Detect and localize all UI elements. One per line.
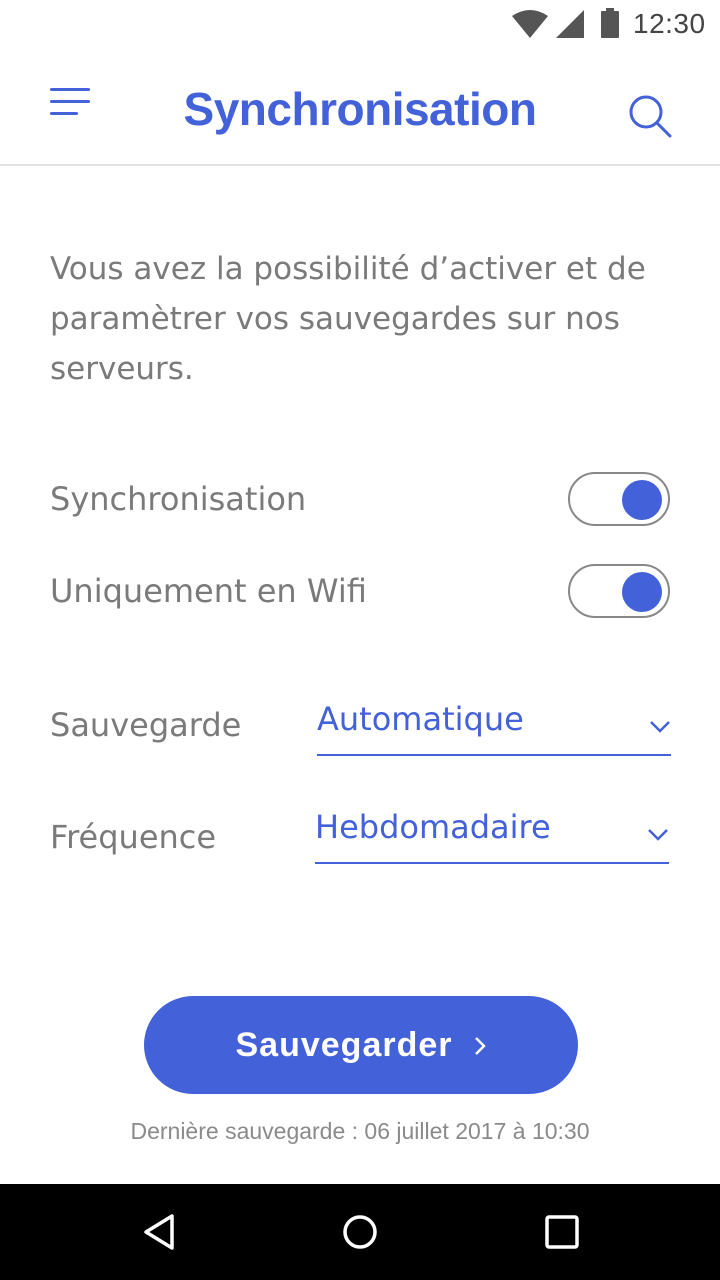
chevron-down-icon: [650, 721, 670, 733]
select-label: Sauvegarde: [50, 706, 242, 744]
last-save-text: Dernière sauvegarde : 06 juillet 2017 à …: [130, 1118, 590, 1144]
select-value: Hebdomadaire: [315, 808, 551, 846]
frequence-select[interactable]: Hebdomadaire: [315, 804, 669, 864]
chevron-down-icon: [648, 829, 668, 841]
save-button-label: Sauvegarder: [235, 1025, 453, 1064]
back-icon[interactable]: [140, 1212, 180, 1252]
select-value: Automatique: [317, 700, 524, 738]
toggle-row-wifi-only: Uniquement en Wifi: [50, 564, 670, 620]
select-row-sauvegarde: Sauvegarde Automatique: [50, 700, 672, 770]
select-label: Fréquence: [50, 818, 217, 856]
app-bar: Synchronisation: [0, 48, 720, 166]
toggle-label: Uniquement en Wifi: [50, 572, 367, 610]
recents-icon[interactable]: [542, 1212, 582, 1252]
intro-text: Vous avez la possibilité d’activer et de…: [50, 251, 646, 387]
select-row-frequence: Fréquence Hebdomadaire: [50, 808, 672, 882]
toggle-row-synchronisation: Synchronisation: [50, 472, 670, 528]
toggle-knob: [622, 572, 662, 612]
toggle-label: Synchronisation: [50, 480, 307, 518]
wifi-icon: [512, 10, 548, 38]
search-icon: [629, 95, 672, 138]
signal-icon: [556, 10, 584, 38]
status-bar: 12:30: [0, 0, 720, 48]
sauvegarde-select[interactable]: Automatique: [317, 696, 671, 756]
status-time: 12:30: [633, 8, 706, 39]
save-button[interactable]: Sauvegarder: [144, 996, 578, 1094]
search-button[interactable]: [626, 92, 676, 142]
synchronisation-toggle[interactable]: [568, 472, 670, 526]
page-title: Synchronisation: [183, 83, 537, 135]
wifi-only-toggle[interactable]: [568, 564, 670, 618]
toggle-knob: [622, 480, 662, 520]
home-icon[interactable]: [340, 1212, 380, 1252]
screen: 12:30 Synchronisation Vous avez la possi…: [0, 0, 720, 1280]
system-nav-bar: [0, 1184, 720, 1280]
chevron-right-icon: [474, 1037, 486, 1055]
battery-icon: [601, 8, 619, 38]
